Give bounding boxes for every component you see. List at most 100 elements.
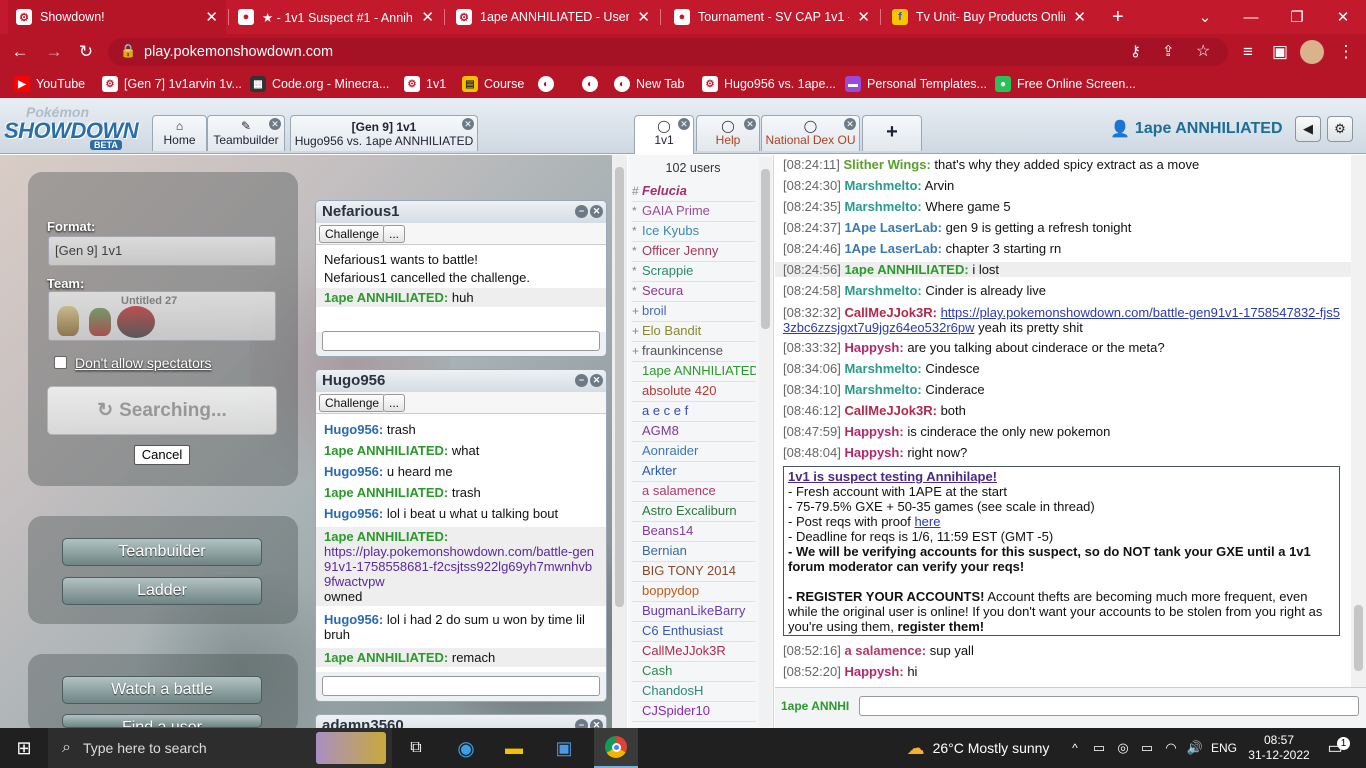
tab-room-1v1[interactable]: ◯ 1v1 ✕ bbox=[634, 115, 694, 154]
more-button[interactable]: ... bbox=[383, 394, 406, 412]
userlist-scrollbar[interactable] bbox=[759, 157, 772, 727]
announcement-title[interactable]: 1v1 is suspect testing Annihilape! bbox=[788, 469, 1335, 484]
userlist-item[interactable]: Arkter bbox=[632, 463, 756, 482]
chat-sender[interactable]: a salamence: bbox=[844, 643, 926, 658]
close-window-button[interactable]: ✕ bbox=[1320, 0, 1366, 34]
userlist-item[interactable]: BugmanLikeBarry bbox=[632, 603, 756, 622]
pm-input[interactable] bbox=[322, 676, 600, 696]
restore-button[interactable]: ❐ bbox=[1274, 0, 1320, 34]
bookmark-youtube[interactable]: ▶ YouTube bbox=[14, 74, 85, 94]
userlist-item[interactable]: boppydop bbox=[632, 583, 756, 602]
chat-sender[interactable]: CallMeJJok3R: bbox=[844, 305, 936, 320]
tab-teambuilder[interactable]: ✎ Teambuilder ✕ bbox=[207, 115, 285, 151]
userlist-item[interactable]: * Officer Jenny bbox=[632, 243, 756, 262]
pm-input[interactable] bbox=[322, 331, 600, 351]
language-indicator[interactable]: ENG bbox=[1208, 728, 1240, 768]
announcement-link[interactable]: here bbox=[914, 514, 940, 529]
scrollbar-thumb[interactable] bbox=[1354, 605, 1363, 671]
userlist-item[interactable]: * Scrappie bbox=[632, 263, 756, 282]
chat-sender[interactable]: Slither Wings: bbox=[844, 157, 931, 172]
minimize-button[interactable]: — bbox=[1228, 0, 1274, 34]
chat-sender[interactable]: Happysh: bbox=[844, 445, 903, 460]
chat-sender[interactable]: Marshmelto: bbox=[844, 178, 921, 193]
user-button[interactable]: 👤 1ape ANNHILIATED bbox=[1110, 119, 1283, 139]
network-icon[interactable]: ◎ bbox=[1112, 728, 1134, 768]
userlist-item[interactable]: a salamence bbox=[632, 483, 756, 502]
tab-help[interactable]: ◯ Help ✕ bbox=[696, 115, 760, 151]
userlist-item[interactable]: AGM8 bbox=[632, 423, 756, 442]
spectators-checkbox[interactable] bbox=[54, 356, 67, 369]
close-tab-icon[interactable]: ✕ bbox=[269, 118, 281, 130]
userlist-item[interactable]: 1ape ANNHILIATED bbox=[632, 363, 756, 382]
userlist-item[interactable]: + fraunkincense bbox=[632, 343, 756, 362]
close-tab-icon[interactable]: ✕ bbox=[857, 8, 870, 26]
bookmark-screen[interactable]: ● Free Online Screen... bbox=[995, 74, 1136, 94]
profile-avatar[interactable] bbox=[1300, 40, 1324, 64]
share-icon[interactable]: ⇪ bbox=[1162, 42, 1175, 60]
scrollbar-thumb[interactable] bbox=[615, 167, 624, 607]
weather-widget[interactable]: ☁ 26°C Mostly sunny bbox=[898, 728, 1058, 768]
file-explorer-icon[interactable]: ▬ bbox=[494, 728, 534, 768]
format-select[interactable]: [Gen 9] 1v1 bbox=[48, 236, 276, 266]
watch-battle-button[interactable]: Watch a battle bbox=[62, 676, 262, 704]
close-tab-icon[interactable]: ✕ bbox=[1073, 8, 1086, 26]
wifi-icon[interactable]: ◠ bbox=[1160, 728, 1182, 768]
options-button[interactable]: ⚙ bbox=[1327, 116, 1353, 142]
userlist-item[interactable]: Cash bbox=[632, 663, 756, 682]
close-tab-icon[interactable]: ✕ bbox=[421, 8, 434, 26]
userlist-item[interactable]: * GAIA Prime bbox=[632, 203, 756, 222]
battery-icon[interactable]: ▭ bbox=[1136, 728, 1158, 768]
pm-sender[interactable]: 1ape ANNHILIATED: bbox=[324, 443, 448, 458]
challenge-button[interactable]: Challenge bbox=[319, 394, 386, 412]
windows-start-icon[interactable]: ⊞ bbox=[0, 728, 48, 768]
bookmark-gen7[interactable]: ⚙ [Gen 7] 1v1arvin 1v... bbox=[102, 74, 242, 94]
minimize-icon[interactable]: − bbox=[575, 205, 588, 218]
volume-icon[interactable]: 🔊 bbox=[1184, 728, 1206, 768]
new-tab-button[interactable]: + bbox=[1104, 0, 1134, 34]
close-tab-icon[interactable]: ✕ bbox=[678, 118, 690, 130]
userlist-item[interactable]: CallMeJJok3R bbox=[632, 643, 756, 662]
ladder-button[interactable]: Ladder bbox=[62, 577, 262, 605]
more-button[interactable]: ... bbox=[383, 225, 406, 243]
showdown-logo[interactable]: Pokémon SHOWDOWN BETA bbox=[4, 104, 148, 150]
browser-tab-flipkart[interactable]: f Tv Unit- Buy Products Online ✕ bbox=[884, 0, 1094, 34]
close-icon[interactable]: ✕ bbox=[590, 205, 603, 218]
meet-icon[interactable]: ▭ bbox=[1088, 728, 1110, 768]
bookmark-course[interactable]: ▤ Course bbox=[462, 74, 524, 94]
store-icon[interactable]: ▣ bbox=[544, 728, 584, 768]
scrollbar-thumb[interactable] bbox=[761, 169, 770, 329]
userlist-item[interactable]: a e c e f bbox=[632, 403, 756, 422]
bookmark-newtab[interactable]: ◐ New Tab bbox=[614, 74, 684, 94]
userlist-item[interactable]: BIG TONY 2014 bbox=[632, 563, 756, 582]
taskbar-search[interactable]: ⌕ Type here to search bbox=[48, 728, 392, 768]
chat-sender[interactable]: 1ape ANNHILIATED: bbox=[844, 262, 968, 277]
userlist-item[interactable]: * Secura bbox=[632, 283, 756, 302]
pm-username[interactable]: Hugo956 bbox=[322, 372, 385, 389]
pm-sender[interactable]: 1ape ANNHILIATED: bbox=[324, 485, 448, 500]
forward-arrow-icon[interactable]: → bbox=[42, 40, 66, 64]
bookmark-globe-2[interactable]: ◐ bbox=[582, 74, 598, 94]
pm-sender[interactable]: Hugo956: bbox=[324, 422, 383, 437]
chat-sender[interactable]: Happysh: bbox=[844, 424, 903, 439]
teambuilder-button[interactable]: Teambuilder bbox=[62, 538, 262, 566]
userlist-item[interactable]: ChandosH bbox=[632, 683, 756, 702]
close-tab-icon[interactable]: ✕ bbox=[637, 8, 650, 26]
userlist-item[interactable]: * Ice Kyubs bbox=[632, 223, 756, 242]
bookmark-hugo[interactable]: ⚙ Hugo956 vs. 1ape... bbox=[702, 74, 836, 94]
bookmark-globe-1[interactable]: ◐ bbox=[538, 74, 554, 94]
media-icon[interactable]: ≡ bbox=[1236, 40, 1260, 64]
chat-sender[interactable]: Happysh: bbox=[844, 340, 903, 355]
spectators-label[interactable]: Don't allow spectators bbox=[75, 355, 212, 371]
chat-scrollbar[interactable] bbox=[1351, 155, 1366, 687]
userlist-item[interactable]: absolute 420 bbox=[632, 383, 756, 402]
key-icon[interactable]: ⚷ bbox=[1130, 42, 1141, 60]
searching-button[interactable]: ↻ Searching... bbox=[47, 386, 277, 435]
bookmark-codeorg[interactable]: ▦ Code.org - Minecra... bbox=[250, 74, 389, 94]
minimize-icon[interactable]: − bbox=[575, 374, 588, 387]
notifications-icon[interactable]: ▭ 1 bbox=[1320, 728, 1350, 768]
menu-kebab-icon[interactable]: ⋮ bbox=[1334, 40, 1358, 64]
userlist-item[interactable]: # Felucia bbox=[632, 183, 756, 202]
userlist-item[interactable]: Bernian bbox=[632, 543, 756, 562]
reload-icon[interactable]: ↻ bbox=[74, 40, 98, 64]
chat-sender[interactable]: CallMeJJok3R: bbox=[844, 403, 936, 418]
